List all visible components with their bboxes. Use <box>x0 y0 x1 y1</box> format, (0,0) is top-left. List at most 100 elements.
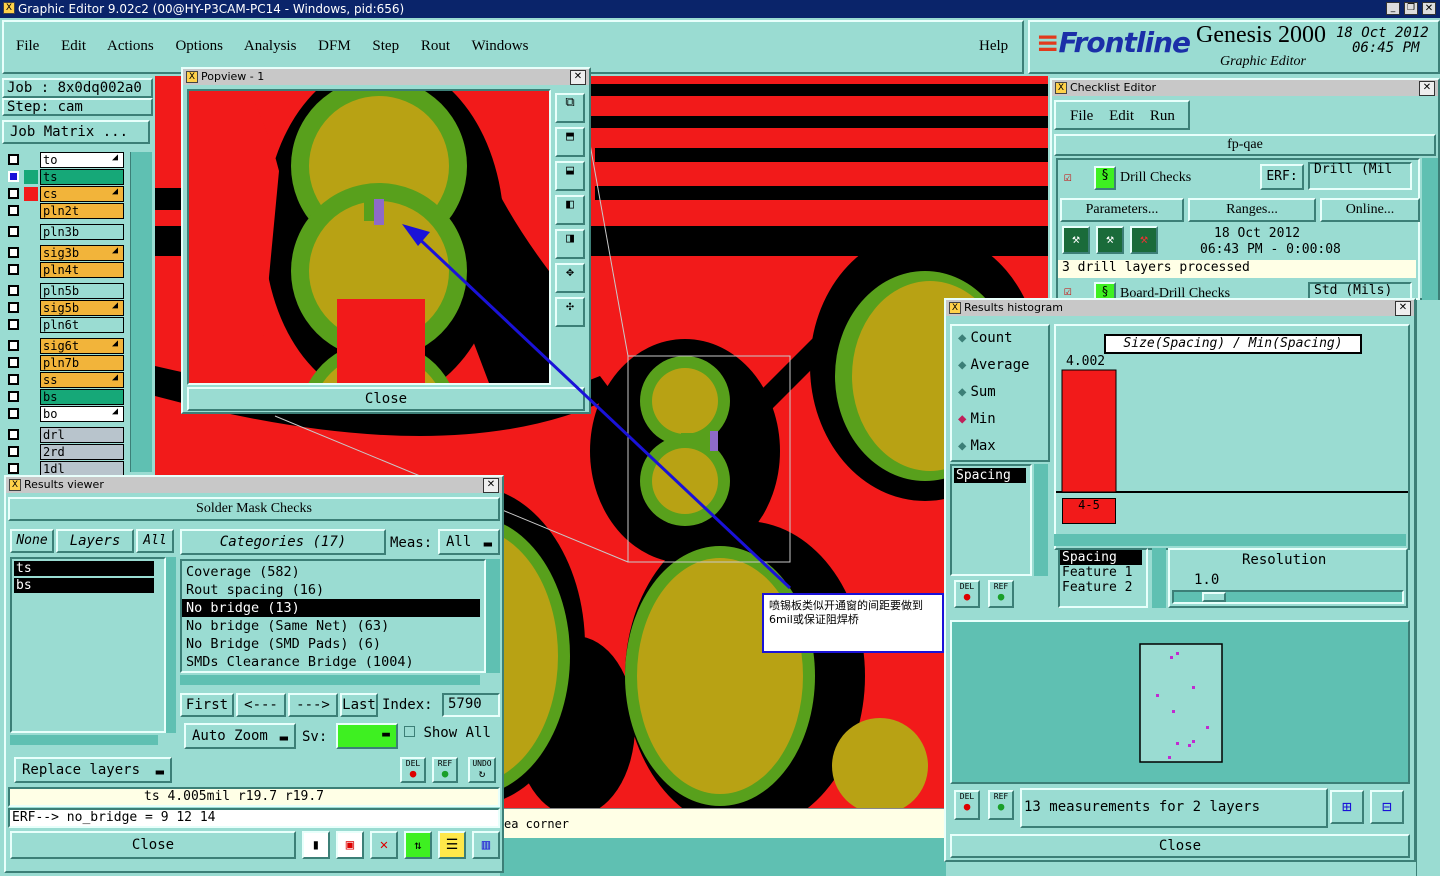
meas-dropdown[interactable]: All ▬ <box>438 529 500 555</box>
histogram-close-button[interactable]: Close <box>950 834 1410 858</box>
categories-scrollbar[interactable] <box>486 559 500 673</box>
show-all-checkbox[interactable]: Show All <box>404 725 491 741</box>
category-item[interactable]: Rout spacing (16) <box>182 581 480 599</box>
list-item[interactable]: Spacing <box>954 468 1026 483</box>
undo-button[interactable]: UNDO ↻ <box>468 757 496 783</box>
layers-scrollbar[interactable] <box>166 557 176 733</box>
category-item[interactable]: Coverage (582) <box>182 563 480 581</box>
histogram-hscrollbar[interactable] <box>1054 534 1406 546</box>
checklist-body: ☑ § Drill Checks ERF: Drill (Mil Paramet… <box>1056 158 1420 302</box>
layers-button[interactable]: Layers <box>56 529 134 553</box>
results-viewer-titlebar: X Results viewer ✕ <box>6 477 502 493</box>
window-icon: X <box>1055 82 1067 94</box>
stat-option-average[interactable]: ◆ Average <box>952 357 1048 384</box>
stat-option-min[interactable]: ◆ Min <box>952 411 1048 438</box>
category-item[interactable]: No bridge (Same Net) (63) <box>182 617 480 635</box>
drill-checks-icon[interactable]: § <box>1094 166 1116 190</box>
histogram-list-scrollbar[interactable] <box>1034 464 1048 576</box>
next-button[interactable]: ---> <box>288 693 338 717</box>
category-item[interactable]: No Bridge (SMD Pads) (6) <box>182 635 480 653</box>
replace-layers-dropdown[interactable]: Replace layers ▬ <box>14 757 172 783</box>
run-date: 18 Oct 2012 <box>1214 226 1301 241</box>
list-item[interactable]: Feature 1 <box>1060 565 1146 580</box>
report-icon[interactable]: ☰ <box>438 831 466 859</box>
results-histogram-window: X Results histogram ✕ ◆ Count ◆ Average ◆ Sum… <box>944 298 1416 862</box>
bar-value-label: 4.002 <box>1066 354 1106 369</box>
run-icon[interactable]: ⚒ <box>1062 226 1090 254</box>
online-button[interactable]: Online... <box>1320 198 1420 222</box>
run-status: 3 drill layers processed <box>1058 260 1416 278</box>
ranges-button[interactable]: Ranges... <box>1188 198 1316 222</box>
results-viewer-title: Results viewer <box>24 478 104 491</box>
category-item[interactable]: SMDs Clearance Bridge (1004) <box>182 653 480 671</box>
none-button[interactable]: None <box>10 529 54 553</box>
list-item[interactable]: bs <box>14 578 154 593</box>
chevron-down-icon: ▬ <box>382 727 390 742</box>
category-item[interactable]: No bridge (13) <box>182 599 480 617</box>
first-button[interactable]: First <box>180 693 234 717</box>
run-time: 06:43 PM - 0:00:08 <box>1200 242 1341 257</box>
preview-ref-button[interactable]: REF ● <box>988 790 1014 820</box>
list-item[interactable]: ts <box>14 561 154 576</box>
del-button[interactable]: DEL ● <box>400 757 426 783</box>
histogram-list[interactable]: Spacing <box>950 464 1032 576</box>
categories-button[interactable]: Categories (17) <box>180 529 386 555</box>
layers-list[interactable]: ts bs <box>10 557 166 733</box>
check-enabled-icon[interactable]: ☑ <box>1064 170 1072 185</box>
categories-hscrollbar[interactable] <box>180 675 480 685</box>
results-close-button[interactable]: Close <box>10 831 296 859</box>
index-label: Index: <box>382 697 433 713</box>
annotation-note: 喷锡板类似开通窗的间距要做到6mil或保证阻焊桥 <box>762 593 944 653</box>
all-layers-button[interactable]: All <box>136 529 174 553</box>
resolution-slider[interactable] <box>1172 590 1404 604</box>
erf-value[interactable]: Drill (Mil <box>1308 162 1412 190</box>
prev-button[interactable]: <--- <box>236 693 286 717</box>
sort-list[interactable]: Spacing Feature 1 Feature 2 <box>1058 548 1148 608</box>
run-all-icon[interactable]: ⚒ <box>1130 226 1158 254</box>
preview-del-button[interactable]: DEL ● <box>954 790 980 820</box>
select-view-icon[interactable]: ⊞ <box>1330 790 1364 824</box>
stat-option-sum[interactable]: ◆ Sum <box>952 384 1048 411</box>
sort-icon[interactable]: ⇅ <box>404 831 432 859</box>
results-viewer-close-icon[interactable]: ✕ <box>483 478 499 493</box>
stat-option-max[interactable]: ◆ Max <box>952 438 1048 465</box>
layers-hscrollbar[interactable] <box>10 735 158 745</box>
delete-ref-icon[interactable]: ✕ <box>370 831 398 859</box>
histogram-bar[interactable] <box>1061 369 1117 493</box>
bin-label: 4-5 <box>1062 498 1116 524</box>
histogram-title: Results histogram <box>964 301 1063 314</box>
checklist-close-icon[interactable]: ✕ <box>1419 81 1435 96</box>
histogram-icon[interactable]: ▥ <box>472 831 500 859</box>
menu-edit[interactable]: Edit <box>1109 108 1134 124</box>
list-item[interactable]: Feature 2 <box>1060 580 1146 595</box>
histogram-close-icon[interactable]: ✕ <box>1395 301 1411 316</box>
window-icon: X <box>9 479 21 491</box>
parameters-button[interactable]: Parameters... <box>1060 198 1184 222</box>
menu-file[interactable]: File <box>1070 108 1093 124</box>
run-fast-icon[interactable]: ⚒ <box>1096 226 1124 254</box>
index-input[interactable]: 5790 <box>442 693 500 717</box>
checkbox-icon <box>404 726 415 737</box>
drill-checks-label: Drill Checks <box>1120 170 1192 185</box>
slider-handle[interactable] <box>1202 592 1226 602</box>
list-item[interactable]: Spacing <box>1060 550 1142 565</box>
display-icon[interactable]: ▣ <box>336 831 364 859</box>
checklist-scrollbar[interactable] <box>1422 158 1438 300</box>
categories-list[interactable]: Coverage (582) Rout spacing (16) No bridge… <box>180 559 486 673</box>
erf-label: ERF: <box>1260 164 1304 190</box>
check-enabled-icon[interactable]: ☑ <box>1064 284 1072 299</box>
hist-ref-button[interactable]: REF ● <box>988 580 1014 608</box>
sort-list-scrollbar[interactable] <box>1152 548 1166 608</box>
radio-icon: ◆ <box>958 384 967 400</box>
last-button[interactable]: Last <box>340 693 378 717</box>
highlight-icon[interactable]: ▮ <box>302 831 330 859</box>
hist-del-button[interactable]: DEL ● <box>954 580 980 608</box>
menu-run[interactable]: Run <box>1150 108 1175 124</box>
auto-zoom-dropdown[interactable]: Auto Zoom ▬ <box>184 723 296 749</box>
radio-icon: ◆ <box>958 411 967 427</box>
stat-option-count[interactable]: ◆ Count <box>952 330 1048 357</box>
summary-label: 13 measurements for 2 layers <box>1020 788 1328 828</box>
select-layers-icon[interactable]: ⊟ <box>1370 790 1404 824</box>
ref-button[interactable]: REF ● <box>432 757 458 783</box>
sv-color-dropdown[interactable]: ▬ <box>336 723 398 749</box>
